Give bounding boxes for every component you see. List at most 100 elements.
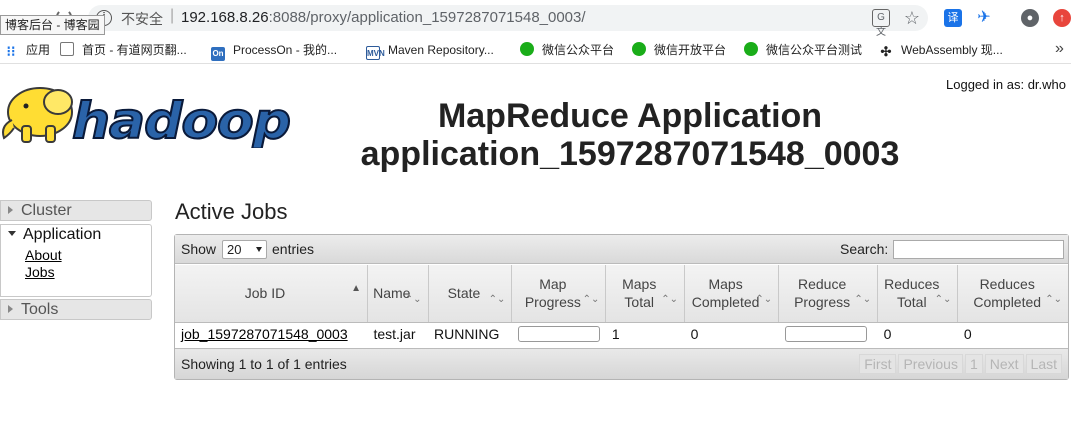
column-header-reduces-completed[interactable]: Reduces Completed ⌃⌄: [957, 265, 1068, 323]
column-header-job-id[interactable]: Job ID ▲: [175, 265, 368, 323]
hadoop-logo-text: hadoop: [72, 92, 290, 148]
entries-label: entries: [272, 241, 315, 257]
pagination-first-button[interactable]: First: [859, 354, 897, 374]
column-header-reduces-total[interactable]: Reduces Total ⌃⌄: [877, 265, 959, 323]
bookmark-label: 微信公众平台: [542, 43, 615, 57]
nav-header-application[interactable]: Application: [0, 224, 152, 245]
bookmark-label: WebAssembly 现...: [901, 43, 1003, 57]
nav-header-cluster[interactable]: Cluster: [0, 200, 152, 221]
nav-application-links: About Jobs: [0, 245, 152, 297]
nav-header-label: Tools: [21, 301, 59, 318]
bookmarks-bar: ⁝⁝ 应用 首页 - 有道网页翻... On ProcessOn - 我的... M…: [0, 36, 1071, 64]
table-header-row: Job ID ▲ Name ⌃⌄ State ⌃⌄ Map Progress ⌃⌄ Ma…: [175, 265, 1068, 323]
section-heading: Active Jobs: [175, 199, 288, 224]
cell-job-id: job_1597287071548_0003: [175, 322, 367, 346]
url-path: :8088/proxy/application_1597287071548_00…: [268, 9, 586, 26]
nav-link-jobs[interactable]: Jobs: [25, 264, 151, 281]
nav-header-label: Application: [23, 226, 102, 243]
column-header-name[interactable]: Name ⌃⌄: [367, 265, 429, 323]
bookmark-label: 应用: [26, 43, 51, 57]
bookmark-label: 微信公众平台测试: [766, 43, 863, 57]
page-title-line1: MapReduce Application: [437, 97, 823, 135]
update-icon[interactable]: ↑: [1053, 9, 1071, 27]
sort-icon: ⌃⌄: [854, 293, 872, 305]
sort-icon: ⌃⌄: [582, 293, 600, 305]
extension-bird-icon[interactable]: ✈: [975, 9, 993, 27]
pagination-previous-button[interactable]: Previous: [898, 354, 963, 374]
tab-tooltip: 博客后台 - 博客园: [0, 15, 105, 35]
bookmark-wechat-open[interactable]: 微信开放平台: [632, 42, 726, 58]
cell-reduces-total: 0: [883, 326, 892, 343]
extension-translate-icon[interactable]: 译: [944, 9, 962, 27]
security-label[interactable]: 不安全: [121, 9, 163, 29]
cell-name: test.jar: [373, 326, 416, 343]
column-header-maps-total[interactable]: Maps Total ⌃⌄: [605, 265, 686, 323]
column-header-map-progress[interactable]: Map Progress ⌃⌄: [511, 265, 607, 323]
table-info: Showing 1 to 1 of 1 entries: [181, 356, 347, 372]
pagination-page-1-button[interactable]: 1: [964, 354, 983, 374]
nav-section-cluster: Cluster: [0, 200, 152, 221]
url-text[interactable]: 192.168.8.26:8088/proxy/application_1597…: [181, 9, 586, 26]
table-footer: Showing 1 to 1 of 1 entries First Previo…: [175, 348, 1068, 379]
cell-map-progress: [512, 322, 606, 346]
bookmark-label: Maven Repository...: [388, 43, 494, 57]
map-progress-bar: [517, 326, 600, 343]
account-icon[interactable]: ●: [1021, 9, 1039, 27]
bookmark-wechat-mp[interactable]: 微信公众平台: [520, 42, 614, 58]
bookmark-youdao[interactable]: 首页 - 有道网页翻...: [60, 42, 187, 58]
expand-triangle-icon: [8, 206, 13, 214]
column-label: Reduces Completed: [973, 276, 1042, 311]
job-link[interactable]: job_1597287071548_0003: [181, 326, 348, 342]
page-size-select[interactable]: 20: [222, 240, 267, 259]
bookmark-webassembly[interactable]: ✣ WebAssembly 现...: [879, 42, 1003, 59]
bookmark-wechat-test[interactable]: 微信公众平台测试: [744, 42, 862, 58]
search-label: Search:: [840, 241, 889, 257]
translate-icon[interactable]: G文: [872, 9, 890, 38]
bookmark-apps[interactable]: ⁝⁝ 应用: [4, 42, 50, 58]
search-input[interactable]: [893, 240, 1064, 259]
bookmark-label: ProcessOn - 我的...: [233, 43, 338, 57]
bookmark-label: 首页 - 有道网页翻...: [82, 43, 187, 57]
column-label: Map Progress: [524, 276, 581, 311]
table-toolbar: Show 20 entries Search:: [175, 235, 1068, 264]
column-label: Reduce Progress: [794, 276, 851, 311]
cell-reduces-completed: 0: [963, 326, 972, 343]
nav-header-tools[interactable]: Tools: [0, 299, 152, 320]
column-header-maps-completed[interactable]: Maps Completed ⌃⌄: [684, 265, 780, 323]
column-header-state[interactable]: State ⌃⌄: [428, 265, 513, 323]
pagination-last-button[interactable]: Last: [1025, 354, 1062, 374]
jobs-table: Job ID ▲ Name ⌃⌄ State ⌃⌄ Map Progress ⌃⌄ Ma…: [175, 265, 1068, 346]
cell-maps-total: 1: [611, 326, 620, 343]
nav-link-about[interactable]: About: [25, 247, 151, 264]
star-icon[interactable]: ☆: [903, 9, 921, 27]
wechat-icon: [744, 42, 758, 56]
jobs-table-wrapper: Show 20 entries Search: Job ID ▲ Name ⌃⌄ S…: [174, 234, 1069, 380]
sort-icon: ⌃⌄: [755, 293, 773, 305]
table-row: job_1597287071548_0003 test.jar RUNNING …: [175, 322, 1068, 346]
pagination: First Previous 1 Next Last: [857, 354, 1062, 374]
browser-toolbar: i 不安全 | 192.168.8.26:8088/proxy/applicat…: [0, 0, 1071, 38]
webassembly-icon: ✣: [880, 44, 892, 59]
bookmark-processon[interactable]: On ProcessOn - 我的...: [211, 42, 338, 61]
more-bookmarks-icon[interactable]: »: [1055, 40, 1064, 58]
column-label: Job ID: [244, 285, 286, 302]
pagination-next-button[interactable]: Next: [984, 354, 1024, 374]
document-icon: [60, 42, 74, 56]
nav-section-application: Application About Jobs: [0, 224, 152, 297]
maven-icon: MVN: [366, 46, 385, 60]
url-separator: |: [170, 7, 175, 24]
bookmark-maven[interactable]: MVN Maven Repository...: [366, 42, 494, 60]
sort-icon: ⌃⌄: [934, 293, 952, 305]
wechat-icon: [520, 42, 534, 56]
nav-header-label: Cluster: [21, 202, 72, 219]
column-label: Reduces Total: [884, 276, 940, 311]
sort-icon: ⌃⌄: [488, 293, 506, 305]
wechat-icon: [632, 42, 646, 56]
page-title-line2: application_1597287071548_0003: [360, 135, 900, 173]
column-header-reduce-progress[interactable]: Reduce Progress ⌃⌄: [778, 265, 879, 323]
expand-triangle-icon: [8, 305, 13, 313]
column-label: Maps Completed: [691, 276, 760, 311]
apps-grid-icon: ⁝⁝: [6, 43, 16, 59]
cell-reduce-progress: [779, 322, 878, 346]
show-label: Show: [181, 241, 217, 257]
